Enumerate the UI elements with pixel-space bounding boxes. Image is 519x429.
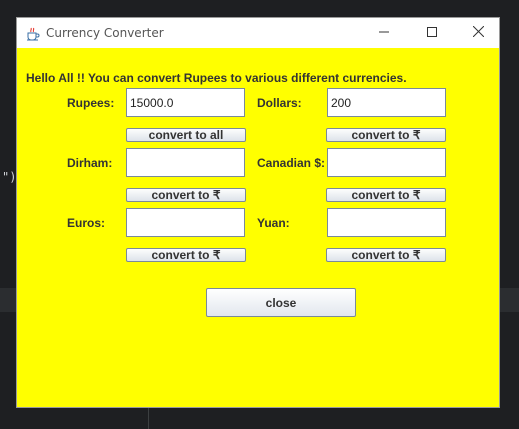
window-close-button[interactable] bbox=[455, 18, 501, 48]
close-button[interactable]: close bbox=[206, 288, 356, 317]
maximize-button[interactable] bbox=[409, 18, 455, 48]
background-divider bbox=[148, 408, 149, 429]
minimize-icon bbox=[379, 24, 389, 42]
intro-heading: Hello All !! You can convert Rupees to v… bbox=[26, 71, 407, 85]
dirham-input[interactable] bbox=[126, 148, 245, 177]
yuan-label: Yuan: bbox=[257, 216, 290, 230]
converter-panel: Hello All !! You can convert Rupees to v… bbox=[17, 48, 499, 407]
title-bar[interactable]: Currency Converter bbox=[17, 18, 499, 48]
convert-dollars-button[interactable]: convert to ₹ bbox=[326, 128, 446, 142]
dirham-label: Dirham: bbox=[67, 156, 113, 170]
convert-canadian-button[interactable]: convert to ₹ bbox=[326, 188, 446, 202]
canadian-label: Canadian $: bbox=[257, 156, 326, 170]
close-icon bbox=[472, 24, 484, 42]
maximize-icon bbox=[427, 24, 437, 42]
euros-label: Euros: bbox=[67, 216, 106, 230]
window-title: Currency Converter bbox=[46, 26, 164, 40]
currency-converter-window: Currency Converter Hello All !! You can … bbox=[16, 17, 500, 408]
convert-to-all-button[interactable]: convert to all bbox=[126, 128, 246, 142]
dollars-label: Dollars: bbox=[257, 96, 302, 110]
yuan-input[interactable] bbox=[327, 208, 446, 237]
canadian-input[interactable] bbox=[327, 148, 446, 177]
convert-yuan-button[interactable]: convert to ₹ bbox=[326, 248, 446, 262]
convert-euros-button[interactable]: convert to ₹ bbox=[126, 248, 246, 262]
java-coffee-cup-icon bbox=[25, 25, 41, 41]
euros-input[interactable] bbox=[126, 208, 245, 237]
dollars-input[interactable] bbox=[327, 88, 446, 117]
background-code-fragment: ") bbox=[2, 170, 17, 184]
minimize-button[interactable] bbox=[361, 18, 407, 48]
rupees-input[interactable] bbox=[126, 88, 245, 117]
rupees-label: Rupees: bbox=[67, 96, 115, 110]
desktop: ") Currency Converter Hello All !! You c… bbox=[0, 0, 519, 429]
convert-dirham-button[interactable]: convert to ₹ bbox=[126, 188, 246, 202]
